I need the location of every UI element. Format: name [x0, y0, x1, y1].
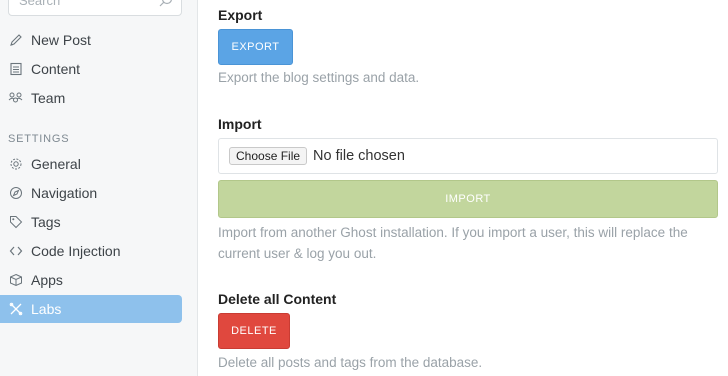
- sidebar-item-tags[interactable]: Tags: [0, 208, 182, 236]
- sidebar-item-content[interactable]: Content: [0, 55, 182, 83]
- sidebar-item-label: Apps: [31, 272, 63, 288]
- delete-button[interactable]: DELETE: [218, 313, 290, 349]
- team-icon: [8, 91, 23, 106]
- code-icon: [8, 244, 23, 259]
- sidebar: Search New Post Content Team SETTINGS Ge…: [0, 0, 198, 376]
- gear-icon: [8, 157, 23, 172]
- box-icon: [8, 273, 23, 288]
- pencil-icon: [8, 33, 23, 48]
- sidebar-item-new-post[interactable]: New Post: [0, 26, 182, 54]
- sidebar-item-label: New Post: [31, 32, 91, 48]
- sidebar-item-general[interactable]: General: [0, 150, 182, 178]
- settings-section-label: SETTINGS: [8, 133, 70, 145]
- search-icon[interactable]: [159, 0, 173, 7]
- delete-heading: Delete all Content: [218, 291, 337, 307]
- sidebar-item-label: Code Injection: [31, 243, 121, 259]
- document-icon: [8, 62, 23, 77]
- sidebar-item-label: Team: [31, 90, 66, 106]
- sidebar-item-apps[interactable]: Apps: [0, 266, 182, 294]
- sidebar-item-label: General: [31, 156, 81, 172]
- delete-description: Delete all posts and tags from the datab…: [218, 355, 483, 370]
- compass-icon: [8, 186, 23, 201]
- choose-file-button[interactable]: Choose File: [229, 147, 308, 165]
- sidebar-item-labs[interactable]: Labs: [0, 295, 182, 323]
- sidebar-item-label: Tags: [31, 214, 61, 230]
- export-description: Export the blog settings and data.: [218, 70, 420, 85]
- import-description: Import from another Ghost installation. …: [218, 225, 688, 261]
- sidebar-item-navigation[interactable]: Navigation: [0, 179, 182, 207]
- tag-icon: [8, 215, 23, 230]
- export-heading: Export: [218, 7, 263, 23]
- sidebar-item-team[interactable]: Team: [0, 84, 182, 112]
- file-status: No file chosen: [313, 148, 405, 164]
- export-button[interactable]: EXPORT: [218, 29, 293, 65]
- file-input[interactable]: Choose File No file chosen: [218, 138, 718, 174]
- import-button[interactable]: IMPORT: [218, 180, 718, 218]
- search-input[interactable]: Search: [8, 0, 182, 16]
- search-placeholder: Search: [19, 0, 61, 8]
- labs-icon: [8, 302, 23, 317]
- sidebar-item-code-injection[interactable]: Code Injection: [0, 237, 182, 265]
- sidebar-item-label: Labs: [31, 301, 62, 317]
- import-heading: Import: [218, 116, 262, 132]
- sidebar-item-label: Content: [31, 61, 81, 77]
- sidebar-item-label: Navigation: [31, 185, 98, 201]
